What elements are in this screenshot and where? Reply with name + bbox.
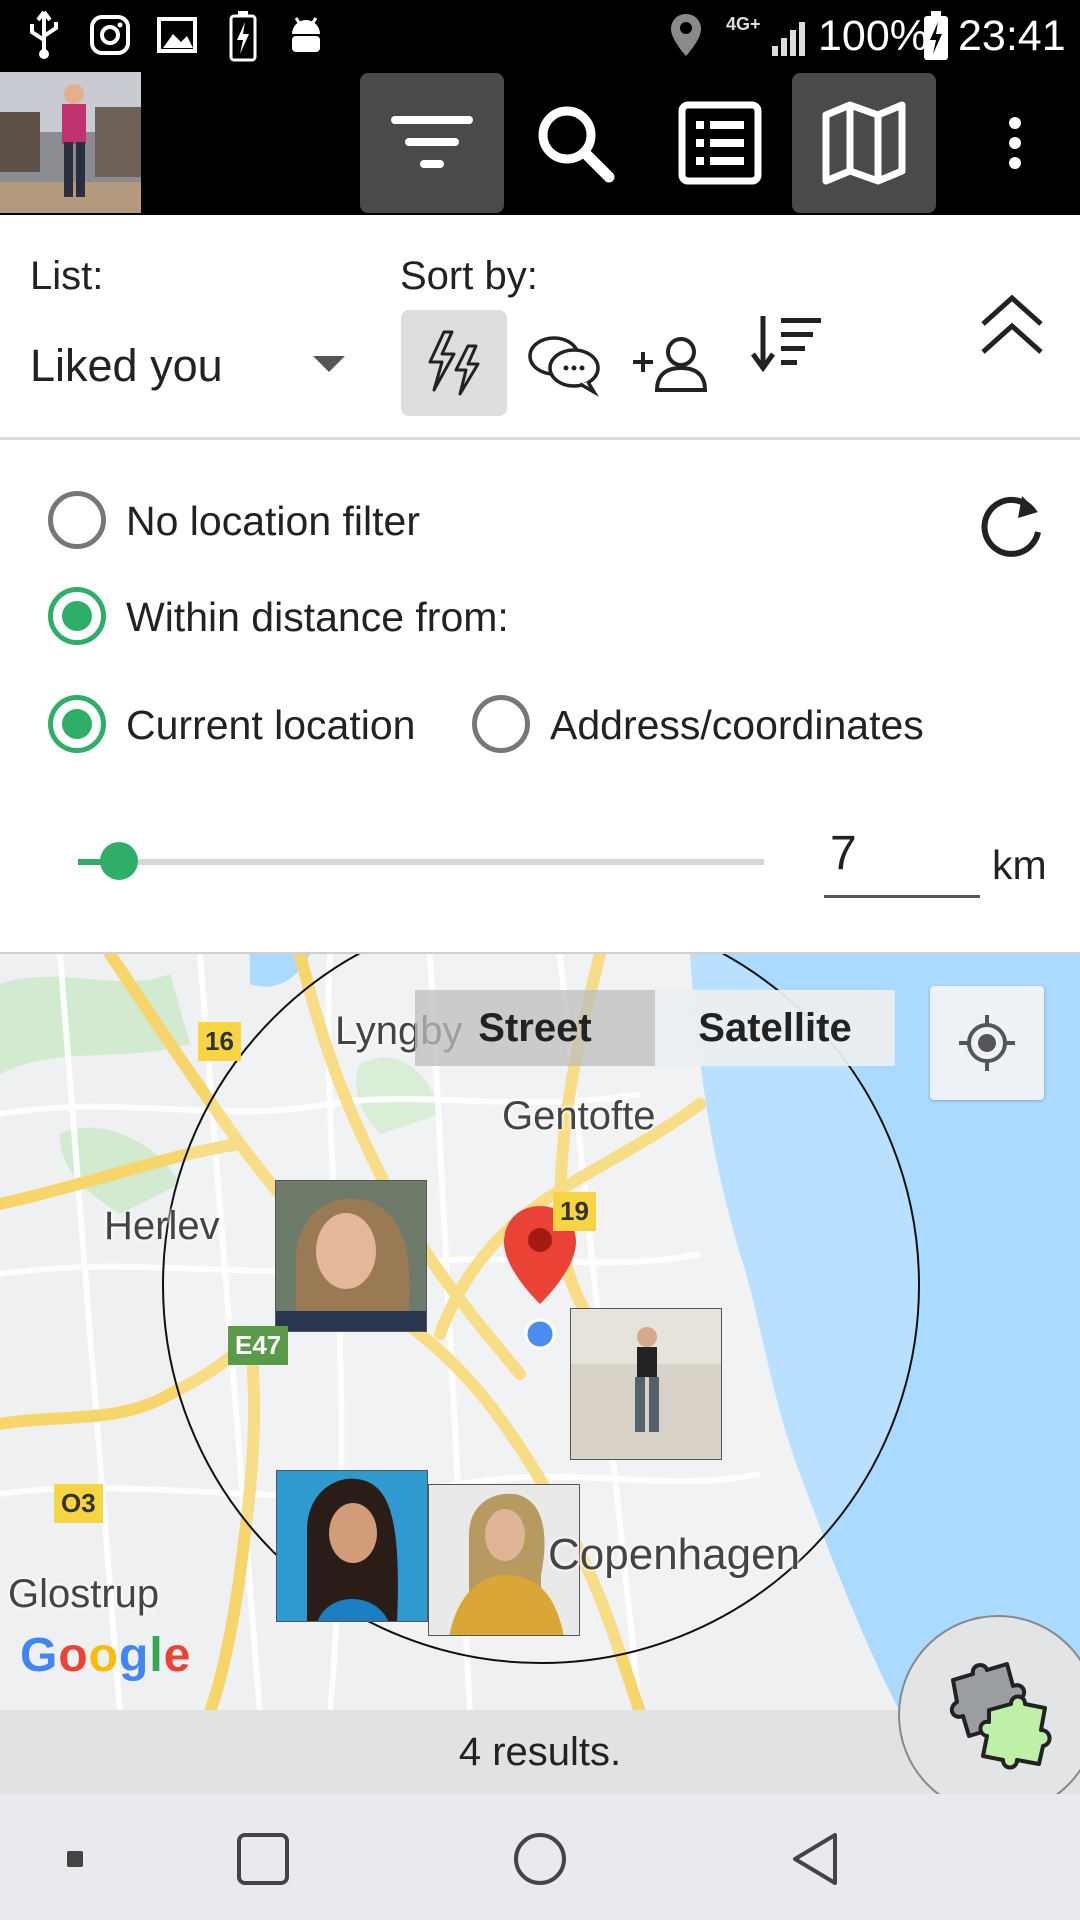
sort-label: Sort by:: [400, 254, 538, 298]
my-location-button[interactable]: [930, 986, 1044, 1100]
triangle-back-icon: [793, 1833, 837, 1885]
map-label-herlev: Herlev: [104, 1204, 220, 1248]
profile-avatar[interactable]: [0, 72, 141, 213]
distance-slider-thumb[interactable]: [100, 842, 139, 880]
search-icon: [538, 106, 615, 183]
match-photo-2[interactable]: [570, 1308, 722, 1460]
google-logo: Google: [20, 1629, 192, 1682]
navigation-bar: [0, 1794, 1080, 1920]
no-location-filter-radio[interactable]: [48, 491, 106, 549]
map-view-icon: [822, 101, 906, 185]
square-icon: [237, 1833, 289, 1885]
add-person-icon: [633, 337, 708, 392]
nav-home-button[interactable]: [505, 1824, 575, 1894]
filter-icon: [391, 116, 473, 168]
nav-recents-button[interactable]: [228, 1824, 298, 1894]
usb-icon: [30, 10, 58, 59]
road-badge-o3: O3: [54, 1484, 103, 1523]
street-map-button[interactable]: Street: [415, 990, 655, 1066]
list-view-icon: [678, 101, 762, 185]
nav-back-button[interactable]: [782, 1824, 852, 1894]
clock: 23:41: [958, 12, 1066, 60]
battery-charging-icon: [229, 11, 257, 62]
chevron-down-icon[interactable]: [313, 356, 345, 372]
chat-icon: [528, 336, 600, 397]
current-location-label: Current location: [126, 702, 416, 748]
road-badge-16: 16: [198, 1022, 241, 1061]
map-view-button[interactable]: [792, 73, 936, 213]
dot-icon: [67, 1851, 83, 1867]
sort-order-button[interactable]: [736, 292, 842, 398]
more-options-button[interactable]: [990, 73, 1040, 213]
filter-button[interactable]: [360, 73, 504, 213]
no-location-filter-label: No location filter: [126, 498, 420, 544]
within-distance-radio[interactable]: [48, 587, 106, 645]
list-dropdown[interactable]: Liked you: [30, 340, 223, 392]
refresh-icon: [981, 496, 1041, 557]
road-badge-19: 19: [553, 1192, 596, 1231]
list-view-button[interactable]: [648, 73, 792, 213]
crosshair-icon: [959, 1015, 1015, 1071]
match-photo-1[interactable]: [275, 1180, 427, 1332]
satellite-map-button[interactable]: Satellite: [655, 990, 895, 1066]
map-label-copenhagen: Copenhagen: [548, 1530, 801, 1579]
distance-slider-track[interactable]: [78, 859, 764, 865]
address-coordinates-label: Address/coordinates: [550, 702, 924, 748]
map-label-glostrup: Glostrup: [8, 1572, 160, 1616]
current-location-radio[interactable]: [48, 695, 106, 753]
activity-icon: [428, 330, 480, 396]
address-coordinates-radio[interactable]: [472, 695, 530, 753]
sort-by-messages-button[interactable]: [511, 310, 617, 416]
circle-icon: [514, 1833, 566, 1885]
refresh-button[interactable]: [976, 490, 1046, 560]
sort-by-newest-button[interactable]: [619, 310, 725, 416]
more-vert-icon: [1009, 117, 1021, 169]
within-distance-label: Within distance from:: [126, 594, 509, 640]
status-bar: 4G+ 100% 23:41: [0, 0, 1080, 75]
search-button[interactable]: [503, 73, 647, 213]
nav-menu-button[interactable]: [40, 1824, 110, 1894]
location-pin-icon: [671, 14, 701, 56]
image-icon: [157, 17, 197, 53]
signal-icon: [772, 22, 805, 56]
distance-input[interactable]: 7: [824, 826, 980, 898]
battery-icon: [924, 11, 948, 60]
instagram-icon: [90, 15, 130, 55]
sort-by-activity-button[interactable]: [401, 310, 507, 416]
chevron-up-double-icon: [981, 294, 1043, 354]
battery-percent: 100%: [818, 12, 928, 60]
collapse-filter-button[interactable]: [975, 290, 1049, 364]
distance-unit: km: [992, 842, 1047, 888]
road-badge-e47: E47: [228, 1326, 289, 1365]
list-label: List:: [30, 254, 104, 298]
network-type: 4G+: [726, 14, 761, 34]
android-debug-icon: [292, 17, 320, 52]
map-type-toggle: Street Satellite: [415, 990, 895, 1066]
map-label-gentofte: Gentofte: [502, 1094, 656, 1138]
puzzle-icon: [949, 1662, 1052, 1770]
sort-order-icon: [750, 316, 821, 373]
match-photo-3[interactable]: [276, 1470, 428, 1622]
